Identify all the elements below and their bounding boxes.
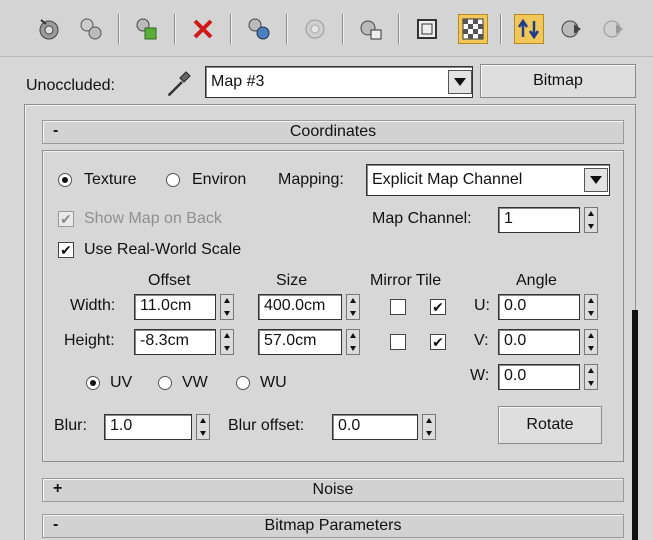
height-label: Height: (64, 332, 115, 349)
texture-radio[interactable] (58, 173, 72, 187)
bitmap-parameters-title: Bitmap Parameters (264, 517, 402, 534)
material-id-icon[interactable] (356, 14, 386, 44)
blur-label: Blur: (54, 417, 87, 434)
angle-u-input[interactable]: 0.0 (498, 294, 580, 320)
tile-v-checkbox[interactable]: ✔ (430, 334, 446, 350)
show-map-on-back-label: Show Map on Back (84, 210, 222, 227)
sample-icon[interactable] (34, 14, 64, 44)
coordinates-title: Coordinates (289, 123, 377, 140)
get-material-icon[interactable] (76, 14, 106, 44)
bitmap-parameters-rollout-header[interactable]: - Bitmap Parameters (42, 514, 624, 538)
noise-rollout-header[interactable]: + Noise (42, 478, 624, 502)
height-size-input[interactable]: 57.0cm (258, 329, 342, 355)
go-forward-icon[interactable] (556, 14, 586, 44)
angle-v-input[interactable]: 0.0 (498, 329, 580, 355)
map-channel-spinner[interactable] (584, 207, 598, 233)
size-header: Size (276, 272, 308, 289)
use-real-world-scale-label: Use Real-World Scale (84, 241, 242, 258)
chevron-down-icon (454, 78, 466, 86)
wu-label: WU (260, 374, 287, 391)
tile-u-checkbox[interactable]: ✔ (430, 299, 446, 315)
angle-w-input[interactable]: 0.0 (498, 364, 580, 390)
go-to-sibling-icon[interactable] (598, 14, 628, 44)
w-label: W: (470, 367, 490, 384)
scrollbar-thumb[interactable] (632, 310, 638, 540)
use-real-world-scale-checkbox[interactable]: ✔ (58, 242, 74, 258)
rotate-button[interactable]: Rotate (498, 406, 602, 444)
mirror-u-checkbox[interactable] (390, 299, 406, 315)
blur-input[interactable]: 1.0 (104, 414, 192, 440)
mirror-tile-header: Mirror Tile (370, 272, 442, 289)
delete-icon[interactable] (188, 14, 218, 44)
bitmap-button[interactable]: Bitmap (480, 64, 636, 98)
map-channel-label: Map Channel: (372, 210, 472, 227)
mirror-v-checkbox[interactable] (390, 334, 406, 350)
map-channel-input[interactable]: 1 (498, 207, 580, 233)
go-to-parent-icon[interactable] (514, 14, 544, 44)
width-size-input[interactable]: 400.0cm (258, 294, 342, 320)
width-offset-input[interactable]: 11.0cm (134, 294, 216, 320)
vw-radio[interactable] (158, 376, 172, 390)
texture-label: Texture (84, 171, 137, 188)
wu-radio[interactable] (236, 376, 250, 390)
make-unique-icon[interactable] (244, 14, 274, 44)
width-offset-spinner[interactable] (220, 294, 234, 320)
uv-label: UV (110, 374, 133, 391)
put-to-scene-icon[interactable] (132, 14, 162, 44)
unoccluded-label: Unoccluded: (26, 77, 115, 94)
map-dropdown-button[interactable] (448, 70, 472, 94)
mapping-label: Mapping: (278, 171, 344, 188)
width-size-spinner[interactable] (346, 294, 360, 320)
environ-radio[interactable] (166, 173, 180, 187)
width-label: Width: (70, 297, 116, 314)
blur-offset-spinner[interactable] (422, 414, 436, 440)
height-offset-input[interactable]: -8.3cm (134, 329, 216, 355)
mapping-select[interactable]: Explicit Map Channel (366, 164, 610, 196)
environ-label: Environ (192, 171, 247, 188)
coordinates-rollout-header[interactable]: - Coordinates (42, 120, 624, 144)
height-size-spinner[interactable] (346, 329, 360, 355)
background-icon[interactable] (458, 14, 488, 44)
eyedropper-icon[interactable] (164, 68, 194, 98)
angle-header: Angle (516, 272, 557, 289)
v-label: V: (474, 332, 489, 349)
uv-radio[interactable] (86, 376, 100, 390)
u-label: U: (474, 297, 490, 314)
put-to-library-icon[interactable] (300, 14, 330, 44)
height-offset-spinner[interactable] (220, 329, 234, 355)
show-map-on-back-checkbox[interactable]: ✔ (58, 211, 74, 227)
blur-offset-input[interactable]: 0.0 (332, 414, 418, 440)
angle-w-spinner[interactable] (584, 364, 598, 390)
mapping-dropdown-button[interactable] (584, 168, 608, 192)
offset-header: Offset (148, 272, 191, 289)
map-name-input[interactable]: Map #3 (205, 66, 473, 98)
noise-title: Noise (312, 481, 354, 498)
blur-offset-label: Blur offset: (228, 417, 305, 434)
chevron-down-icon (590, 176, 602, 184)
blur-spinner[interactable] (196, 414, 210, 440)
vw-label: VW (182, 374, 208, 391)
angle-u-spinner[interactable] (584, 294, 598, 320)
angle-v-spinner[interactable] (584, 329, 598, 355)
toolbar (0, 0, 653, 57)
show-map-icon[interactable] (412, 14, 442, 44)
